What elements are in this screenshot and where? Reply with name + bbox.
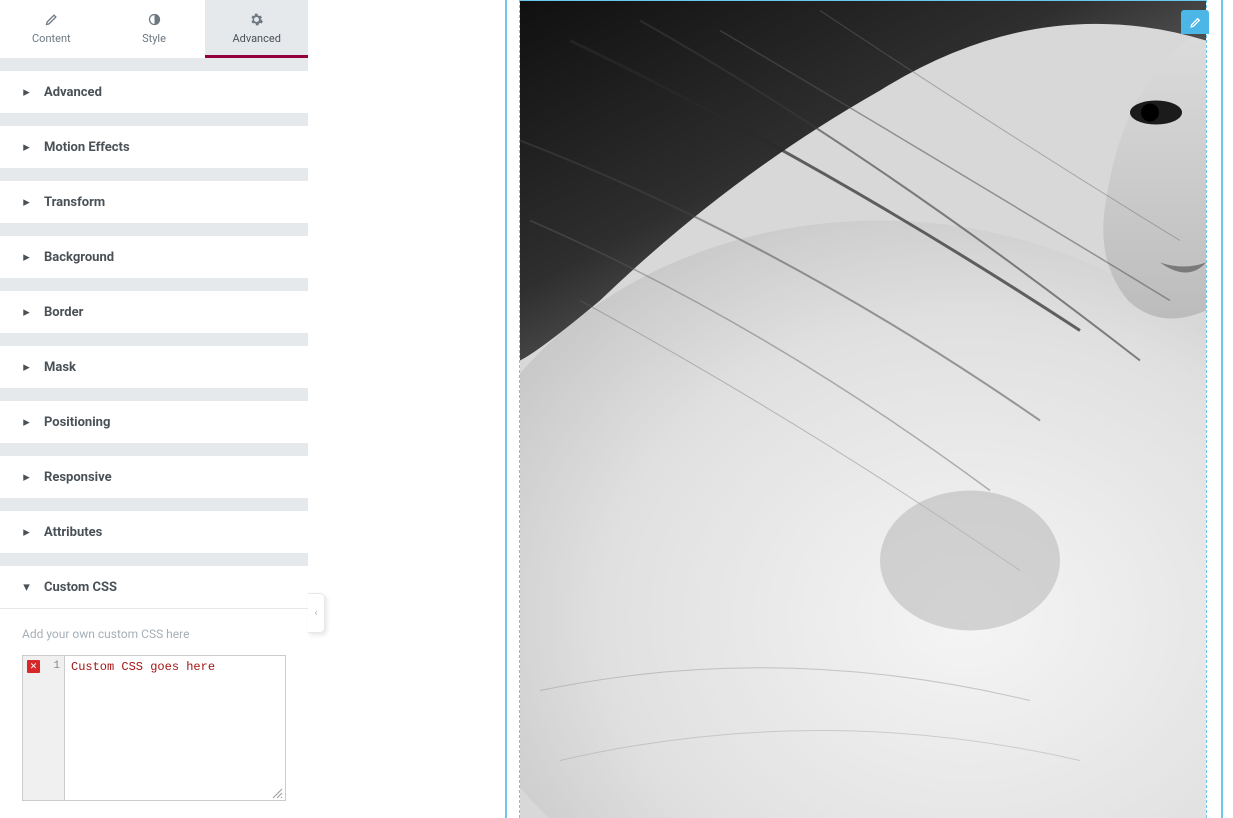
image-widget[interactable] (519, 0, 1207, 818)
panel-positioning[interactable]: ▸ Positioning (0, 401, 308, 443)
caret-right-icon: ▸ (22, 195, 31, 210)
panel-gap (0, 113, 308, 126)
caret-right-icon: ▸ (22, 305, 31, 320)
caret-right-icon: ▸ (22, 85, 31, 100)
panel-attributes-title: Attributes (44, 525, 102, 540)
panel-attributes[interactable]: ▸ Attributes (0, 511, 308, 553)
caret-right-icon: ▸ (22, 140, 31, 155)
placeholder-image (520, 1, 1206, 818)
panel-transform-title: Transform (44, 195, 105, 210)
caret-right-icon: ▸ (22, 470, 31, 485)
panel-positioning-title: Positioning (44, 415, 110, 430)
panel-border-title: Border (44, 305, 83, 320)
panel-custom-css[interactable]: ▾ Custom CSS (0, 566, 308, 608)
tab-advanced[interactable]: Advanced (205, 0, 308, 58)
panel-transform[interactable]: ▸ Transform (0, 181, 308, 223)
pencil-icon (1189, 16, 1202, 29)
tab-style[interactable]: Style (103, 0, 206, 58)
panel-gap (0, 58, 308, 71)
panel-gap (0, 388, 308, 401)
panel-advanced-title: Advanced (44, 85, 102, 100)
panel-border[interactable]: ▸ Border (0, 291, 308, 333)
panel-mask[interactable]: ▸ Mask (0, 346, 308, 388)
error-icon: ✕ (27, 660, 40, 673)
caret-right-icon: ▸ (22, 525, 31, 540)
panel-gap (0, 498, 308, 511)
panel-gap (0, 223, 308, 236)
custom-css-help: Add your own custom CSS here (22, 627, 286, 641)
panel-background[interactable]: ▸ Background (0, 236, 308, 278)
panel-custom-css-body: Add your own custom CSS here ✕ 1 Custom … (0, 608, 308, 818)
panel-gap (0, 443, 308, 456)
caret-right-icon: ▸ (22, 415, 31, 430)
code-gutter: ✕ 1 (23, 656, 65, 800)
panel-advanced[interactable]: ▸ Advanced (0, 71, 308, 113)
panel-motion-effects-title: Motion Effects (44, 140, 130, 155)
tab-content[interactable]: Content (0, 0, 103, 58)
gear-icon (249, 10, 264, 28)
preview-canvas (505, 0, 1223, 818)
panel-motion-effects[interactable]: ▸ Motion Effects (0, 126, 308, 168)
edit-widget-button[interactable] (1181, 10, 1209, 34)
contrast-icon (147, 10, 162, 28)
panel-background-title: Background (44, 250, 114, 265)
panel-gap (0, 333, 308, 346)
panel-custom-css-title: Custom CSS (44, 580, 117, 595)
tab-style-label: Style (142, 32, 166, 45)
caret-right-icon: ▸ (22, 250, 31, 265)
panel-responsive-title: Responsive (44, 470, 112, 485)
panel-responsive[interactable]: ▸ Responsive (0, 456, 308, 498)
editor-sidebar: Content Style Advanced ▸ Advanced ▸ Moti… (0, 0, 308, 818)
custom-css-editor[interactable]: ✕ 1 Custom CSS goes here (22, 655, 286, 801)
panel-mask-title: Mask (44, 360, 76, 375)
chevron-left-icon: ‹ (314, 608, 317, 619)
pencil-icon (44, 10, 59, 28)
code-content[interactable]: Custom CSS goes here (65, 656, 285, 800)
panel-gap (0, 553, 308, 566)
tab-content-label: Content (32, 32, 71, 45)
tab-advanced-label: Advanced (232, 32, 280, 45)
panel-gap (0, 278, 308, 291)
panel-gap (0, 168, 308, 181)
tabs-bar: Content Style Advanced (0, 0, 308, 58)
sidebar-collapse-button[interactable]: ‹ (308, 593, 325, 633)
line-number: 1 (53, 660, 60, 672)
panels-container: ▸ Advanced ▸ Motion Effects ▸ Transform … (0, 58, 308, 818)
caret-right-icon: ▸ (22, 360, 31, 375)
caret-down-icon: ▾ (22, 580, 31, 595)
